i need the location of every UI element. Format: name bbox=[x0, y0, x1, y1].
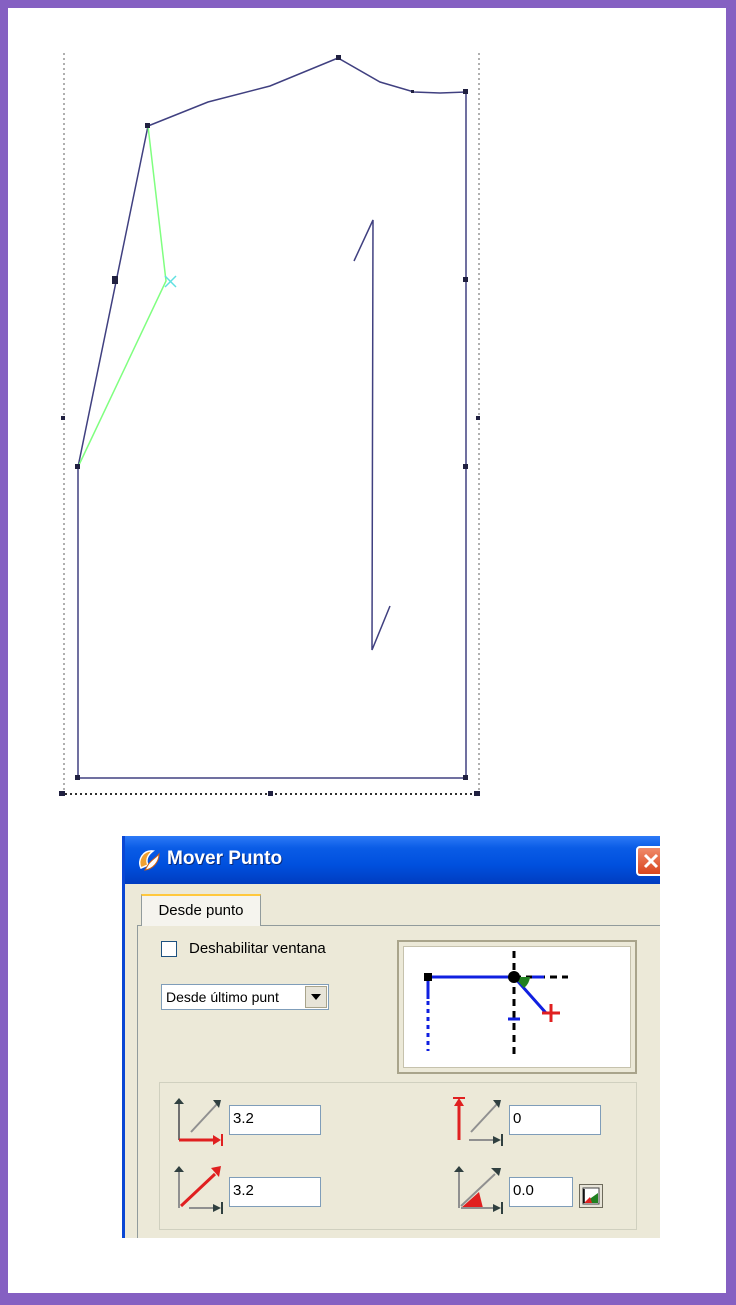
pattern-canvas[interactable] bbox=[8, 8, 726, 828]
angle-icon bbox=[453, 1164, 505, 1214]
reference-point-value: Desde último punt bbox=[166, 989, 279, 1005]
disable-window-label: Deshabilitar ventana bbox=[189, 940, 326, 957]
moved-line bbox=[77, 125, 167, 468]
horizontal-offset-input[interactable]: 3.2 bbox=[229, 1105, 321, 1135]
move-preview-frame bbox=[397, 940, 637, 1074]
angle-input[interactable]: 0.0 bbox=[509, 1177, 573, 1207]
disable-window-checkbox[interactable] bbox=[161, 941, 177, 957]
dart-line bbox=[353, 219, 391, 651]
distance-icon bbox=[173, 1164, 225, 1214]
pattern-outline bbox=[77, 57, 467, 779]
dialog-title: Mover Punto bbox=[167, 848, 283, 869]
move-point-dialog: Mover Punto Desde punto Deshabilitar ven… bbox=[122, 836, 660, 1238]
horizontal-offset-icon bbox=[173, 1096, 225, 1146]
vertex-points bbox=[59, 55, 480, 796]
close-button[interactable] bbox=[636, 846, 660, 876]
vertical-offset-input[interactable]: 0 bbox=[509, 1105, 601, 1135]
angle-picker-button[interactable] bbox=[579, 1184, 603, 1208]
vertical-offset-icon bbox=[453, 1096, 505, 1146]
reference-point-select[interactable]: Desde último punt bbox=[161, 984, 329, 1010]
tab-desde-punto[interactable]: Desde punto bbox=[141, 894, 261, 926]
target-point-marker bbox=[164, 275, 177, 288]
distance-input[interactable]: 3.2 bbox=[229, 1177, 321, 1207]
dropdown-arrow-icon[interactable] bbox=[305, 986, 327, 1008]
app-icon bbox=[135, 846, 163, 874]
move-preview-diagram bbox=[403, 946, 631, 1068]
dialog-titlebar[interactable]: Mover Punto bbox=[125, 836, 660, 884]
angle-picker-icon bbox=[582, 1187, 600, 1205]
close-icon bbox=[643, 853, 659, 869]
